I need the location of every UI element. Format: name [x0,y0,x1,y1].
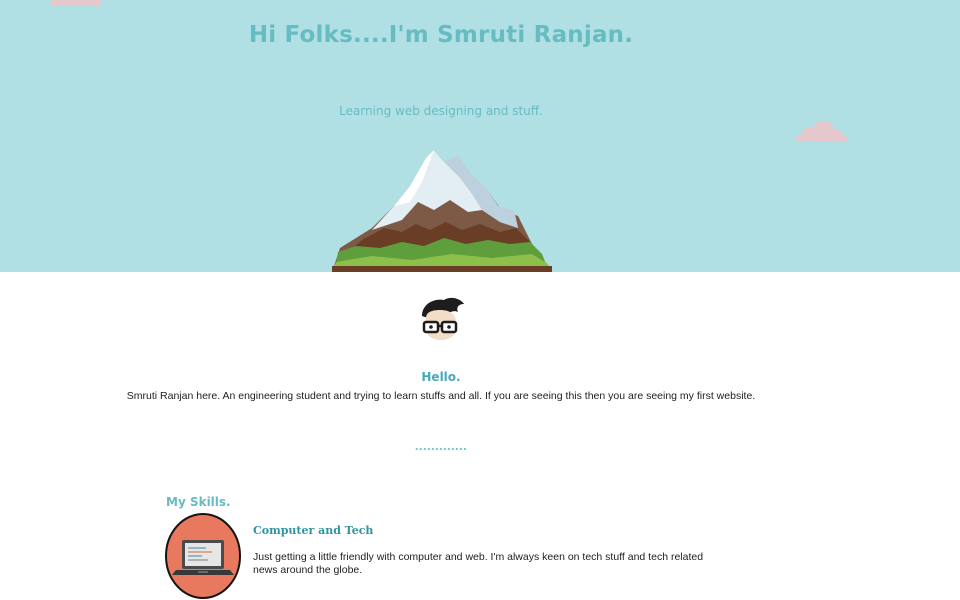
cloud-icon [50,0,102,5]
hero-subtitle: Learning web designing and stuff. [339,104,543,118]
about-text: Smruti Ranjan here. An engineering stude… [126,390,756,402]
skills-heading: My Skills. [166,495,231,509]
laptop-icon [165,513,241,599]
hero-title: Hi Folks....I'm Smruti Ranjan. [248,22,634,48]
hero-section: Hi Folks....I'm Smruti Ranjan. Learning … [0,0,960,272]
avatar-icon [422,297,464,340]
skill-title: Computer and Tech [253,524,374,537]
section-divider: ............. [414,438,468,453]
skill-description: Just getting a little friendly with comp… [253,551,704,576]
cloud-icon [796,121,848,142]
mountain-illustration [332,150,552,272]
about-heading: Hello. [421,370,461,384]
